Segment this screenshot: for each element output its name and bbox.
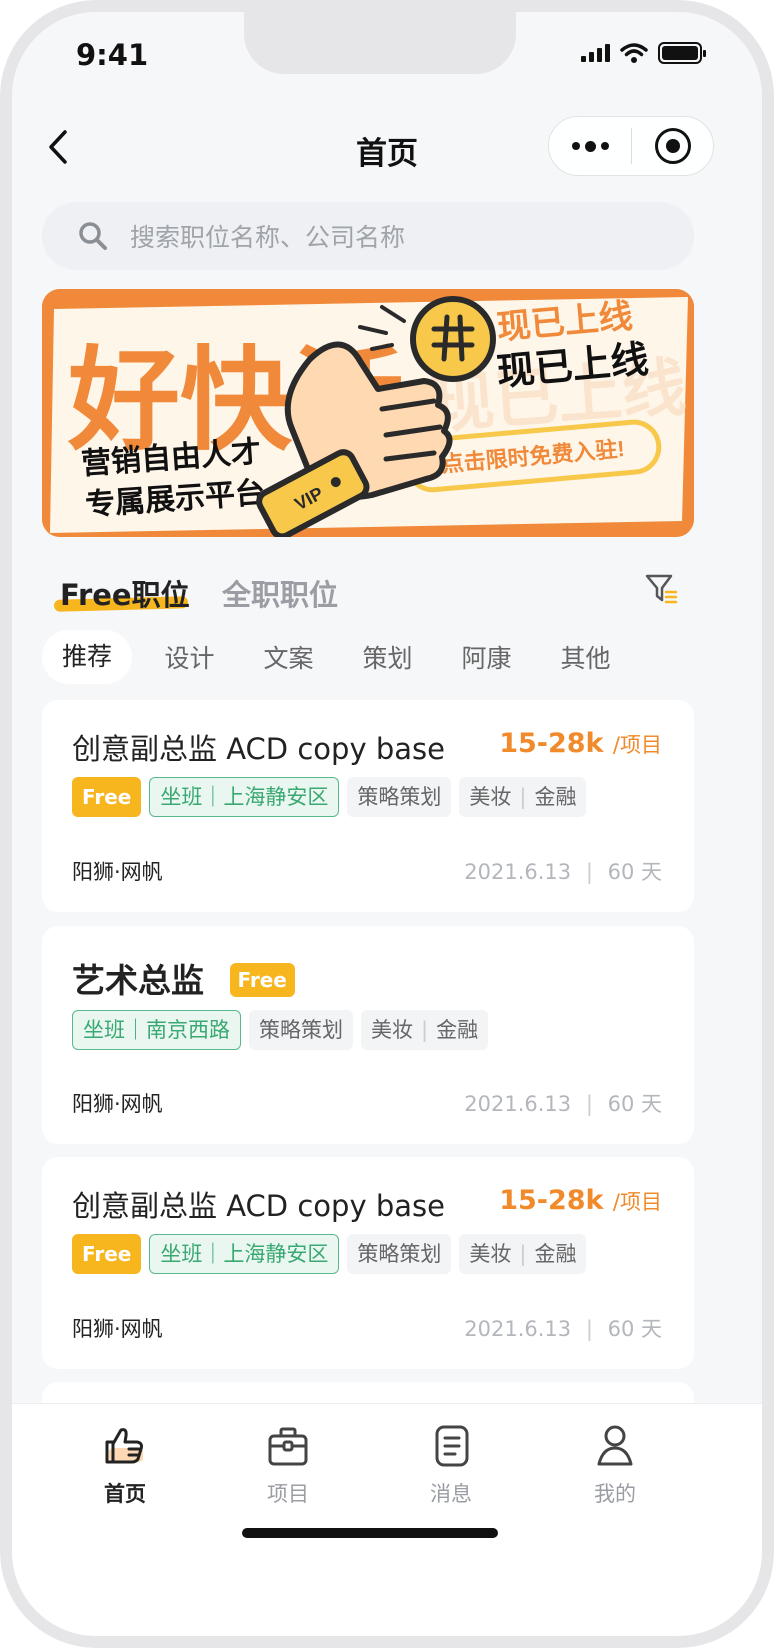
tab-free-jobs[interactable]: Free职位 (60, 572, 190, 614)
job-card[interactable]: 创意副总监 ACD copy base 15-28k /项目 Free 坐班｜上… (42, 700, 694, 912)
industry-tag: 美妆 | 金融 (361, 1010, 489, 1050)
category-tab-other[interactable]: 其他 (536, 639, 635, 675)
signal-icon (581, 44, 610, 62)
tabbar-label: 消息 (430, 1482, 472, 1506)
posted-date: 2021.6.13 (464, 1317, 572, 1341)
job-card[interactable]: 创意副总监 ACD copy base 15-28k /项目 Free 坐班｜上… (42, 1157, 694, 1369)
skill-tag: 策略策划 (249, 1010, 353, 1050)
document-icon (435, 1425, 469, 1467)
duration: 60 天 (607, 1092, 662, 1116)
job-title: 创意副总监 ACD copy base (72, 732, 445, 766)
dot-icon (571, 142, 580, 150)
salary-range: 15-28k (499, 1185, 604, 1216)
wifi-icon (620, 43, 648, 63)
person-icon (597, 1425, 633, 1466)
category-tab-copywriting[interactable]: 文案 (239, 639, 338, 675)
home-indicator[interactable] (242, 1528, 498, 1538)
industry-tag-a: 美妆 (469, 785, 512, 809)
skill-tag: 策略策划 (347, 1234, 452, 1274)
status-time: 9:41 (76, 38, 149, 72)
industry-tag-b: 金融 (436, 1018, 479, 1042)
dot-icon (584, 140, 596, 152)
battery-icon (658, 42, 706, 64)
duration: 60 天 (607, 1317, 662, 1341)
industry-tag-b: 金融 (534, 785, 577, 809)
location-tag: 坐班｜上海静安区 (149, 1234, 340, 1274)
notch (244, 12, 516, 74)
tab-fulltime-jobs[interactable]: 全职职位 (222, 572, 338, 614)
search-placeholder: 搜索职位名称、公司名称 (130, 223, 406, 252)
mini-program-capsule (548, 116, 714, 176)
tabbar-mine[interactable]: 我的 (555, 1422, 675, 1508)
location-tag: 坐班｜上海静安区 (149, 777, 340, 817)
job-tags: 坐班｜南京西路 策略策划 美妆 | 金融 (72, 1010, 489, 1050)
industry-tag-a: 美妆 (469, 1242, 512, 1266)
category-tab-planning[interactable]: 策划 (338, 639, 437, 675)
posted-date: 2021.6.13 (464, 860, 572, 884)
tabbar-home[interactable]: 首页 (65, 1422, 185, 1508)
company-name: 阳狮·网帆 (72, 1092, 163, 1116)
industry-tag: 美妆 | 金融 (459, 1234, 587, 1274)
job-card[interactable]: 艺术总监 Free 坐班｜南京西路 策略策划 美妆 | 金融 阳狮·网帆 2021.… (42, 926, 694, 1144)
close-mini-program-button[interactable] (632, 128, 713, 164)
search-icon (79, 222, 107, 250)
posted-date: 2021.6.13 (464, 1092, 572, 1116)
job-title-row: 艺术总监 Free (72, 954, 295, 1002)
duration: 60 天 (607, 860, 662, 884)
company-name: 阳狮·网帆 (72, 860, 163, 884)
salary-range: 15-28k (499, 728, 604, 759)
search-input[interactable]: 搜索职位名称、公司名称 (42, 202, 694, 270)
status-icons (581, 42, 706, 64)
screen: 9:41 首页 搜索职位名称、公司名称 好快活 现已上线 营销自由人才 专属展示… (12, 12, 762, 1636)
briefcase-icon (268, 1427, 308, 1466)
salary-unit: /项目 (612, 733, 662, 757)
more-button[interactable] (549, 117, 631, 175)
skill-tag: 策略策划 (347, 777, 452, 817)
salary-unit: /项目 (612, 1190, 662, 1214)
free-badge: Free (72, 1234, 142, 1274)
industry-tag-b: 金融 (534, 1242, 577, 1266)
free-badge: Free (229, 962, 295, 997)
job-title: 艺术总监 (72, 961, 204, 1000)
job-salary: 15-28k /项目 (499, 728, 662, 759)
industry-tag-a: 美妆 (371, 1018, 413, 1042)
filter-icon[interactable] (644, 572, 678, 606)
job-meta: 2021.6.13 | 60 天 (464, 1317, 662, 1341)
category-tab-akang[interactable]: 阿康 (437, 639, 536, 675)
category-bar: 推荐 设计 文案 策划 阿康 其他 (42, 630, 635, 684)
job-tags: Free 坐班｜上海静安区 策略策划 美妆 | 金融 (72, 1234, 587, 1274)
target-icon (654, 128, 691, 164)
tabbar-projects[interactable]: 项目 (228, 1422, 348, 1508)
company-name: 阳狮·网帆 (72, 1317, 163, 1341)
job-meta: 2021.6.13 | 60 天 (464, 860, 662, 884)
job-title: 创意副总监 ACD copy base (72, 1189, 445, 1223)
bottom-tab-bar: 首页 项目 消息 我的 (12, 1404, 762, 1636)
job-tags: Free 坐班｜上海静安区 策略策划 美妆 | 金融 (72, 777, 587, 817)
location-tag: 坐班｜南京西路 (72, 1010, 241, 1050)
tabbar-label: 首页 (104, 1482, 146, 1506)
job-meta: 2021.6.13 | 60 天 (464, 1092, 662, 1116)
tabbar-label: 我的 (594, 1482, 636, 1506)
banner-artwork: 好快活 现已上线 营销自由人才 专属展示平台 现已上线 现已上线 点击限时免费入… (42, 289, 694, 537)
category-tab-design[interactable]: 设计 (140, 639, 239, 675)
industry-tag: 美妆 | 金融 (459, 777, 587, 817)
free-badge: Free (72, 777, 142, 817)
coin-illustration (410, 296, 496, 382)
tabbar-messages[interactable]: 消息 (391, 1422, 511, 1508)
thumbs-up-icon (105, 1428, 143, 1464)
dot-icon (600, 142, 609, 150)
category-tab-recommended[interactable]: 推荐 (42, 630, 132, 684)
job-salary: 15-28k /项目 (499, 1185, 662, 1216)
tabbar-label: 项目 (267, 1482, 309, 1506)
phone: 9:41 首页 搜索职位名称、公司名称 好快活 现已上线 营销自由人才 专属展示… (0, 0, 774, 1648)
promo-banner[interactable]: 好快活 现已上线 营销自由人才 专属展示平台 现已上线 现已上线 点击限时免费入… (42, 289, 694, 537)
